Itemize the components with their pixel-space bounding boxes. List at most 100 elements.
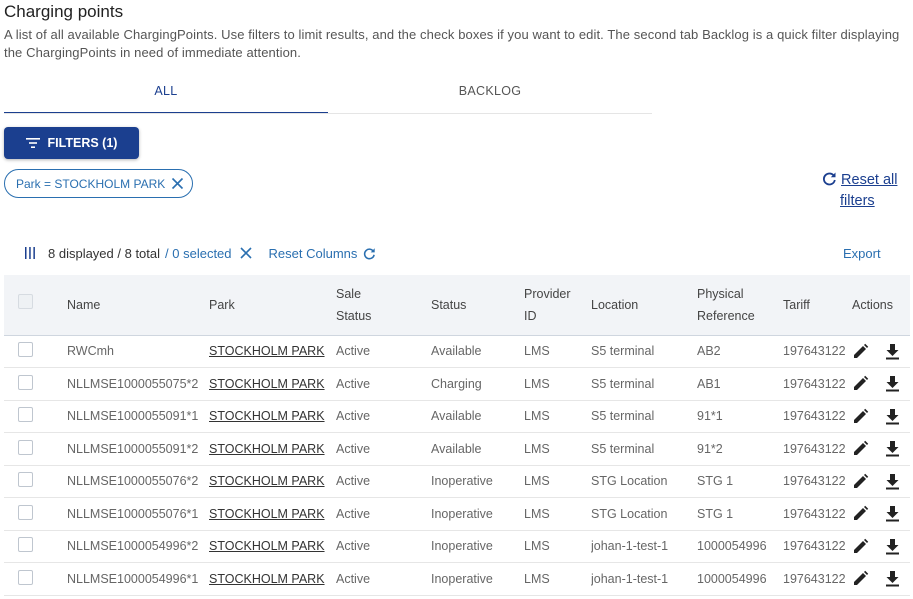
download-icon[interactable]	[885, 343, 900, 360]
cell-park[interactable]: STOCKHOLM PARK	[209, 400, 336, 433]
pencil-icon[interactable]	[852, 440, 869, 457]
col-header-sale-status[interactable]: Sale Status	[336, 275, 431, 336]
download-icon[interactable]	[885, 505, 900, 522]
park-link[interactable]: STOCKHOLM PARK	[209, 409, 325, 423]
park-link[interactable]: STOCKHOLM PARK	[209, 377, 325, 391]
park-link[interactable]: STOCKHOLM PARK	[209, 344, 325, 358]
cell-location: S5 terminal	[591, 376, 655, 391]
cell-actions	[852, 498, 910, 531]
col-header-provider-id[interactable]: Provider ID	[524, 275, 591, 336]
cell-park[interactable]: STOCKHOLM PARK	[209, 433, 336, 466]
park-link[interactable]: STOCKHOLM PARK	[209, 474, 325, 488]
filters-button[interactable]: FILTERS (1)	[4, 127, 139, 159]
pencil-icon[interactable]	[852, 570, 869, 587]
cell-location: STG Location	[591, 474, 668, 489]
cell-sale-status: Active	[336, 376, 371, 391]
download-icon[interactable]	[885, 408, 900, 425]
cell-tariff: 197643122	[783, 539, 846, 554]
tab-all[interactable]: ALL	[4, 84, 328, 114]
cell-provider-id: LMS	[524, 441, 550, 456]
filters-button-label: FILTERS (1)	[47, 136, 118, 150]
download-icon[interactable]	[885, 570, 900, 587]
pencil-icon[interactable]	[852, 473, 869, 490]
reset-all-filters-link[interactable]: Reset all filters	[822, 170, 902, 212]
cell-actions	[852, 335, 910, 368]
cell-provider-id: LMS	[524, 539, 550, 554]
table-row[interactable]: NLLMSE1000055091*1 STOCKHOLM PARK Active Av…	[4, 400, 910, 433]
col-header-location[interactable]: Location	[591, 275, 697, 336]
download-icon[interactable]	[885, 538, 900, 555]
col-header-status[interactable]: Status	[431, 275, 524, 336]
cell-name: NLLMSE1000054996*2	[67, 539, 199, 554]
table-row[interactable]: NLLMSE1000055076*1 STOCKHOLM PARK Active In…	[4, 498, 910, 531]
download-icon[interactable]	[885, 375, 900, 392]
table-row[interactable]: NLLMSE1000055076*2 STOCKHOLM PARK Active In…	[4, 465, 910, 498]
cell-status: Inoperative	[431, 539, 493, 554]
row-checkbox[interactable]	[18, 472, 33, 488]
park-link[interactable]: STOCKHOLM PARK	[209, 572, 325, 586]
page-title: Charging points	[4, 2, 124, 21]
row-checkbox[interactable]	[18, 537, 33, 553]
row-checkbox[interactable]	[18, 342, 33, 358]
close-icon[interactable]	[171, 177, 184, 190]
columns-icon[interactable]	[24, 246, 36, 260]
cell-park[interactable]: STOCKHOLM PARK	[209, 465, 336, 498]
tab-backlog[interactable]: BACKLOG	[328, 84, 652, 114]
col-header-park[interactable]: Park	[209, 275, 336, 336]
page-description: A list of all available ChargingPoints. …	[4, 27, 900, 60]
park-link[interactable]: STOCKHOLM PARK	[209, 507, 325, 521]
park-link[interactable]: STOCKHOLM PARK	[209, 539, 325, 553]
filter-chip-park: Park = STOCKHOLM PARK	[4, 169, 194, 198]
table-row[interactable]: NLLMSE1000055091*2 STOCKHOLM PARK Active Av…	[4, 433, 910, 466]
row-checkbox[interactable]	[18, 439, 33, 455]
cell-actions	[852, 433, 910, 466]
col-header-label: Sale	[336, 286, 362, 301]
filter-lines-icon	[25, 137, 40, 149]
col-header-label: ID	[524, 308, 537, 323]
row-checkbox[interactable]	[18, 504, 33, 520]
table-row[interactable]: RWCmh STOCKHOLM PARK Active Available LMS S5 …	[4, 335, 910, 368]
cell-actions	[852, 465, 910, 498]
cell-park[interactable]: STOCKHOLM PARK	[209, 498, 336, 531]
refresh-icon[interactable]	[363, 247, 376, 260]
table-row[interactable]: NLLMSE1000054996*1 STOCKHOLM PARK Active In…	[4, 563, 910, 596]
cell-tariff: 197643122	[783, 409, 846, 424]
cell-park[interactable]: STOCKHOLM PARK	[209, 368, 336, 401]
col-header-name[interactable]: Name	[67, 275, 209, 336]
row-checkbox[interactable]	[18, 374, 33, 390]
row-checkbox[interactable]	[18, 569, 33, 585]
col-header-physical-reference[interactable]: Physical Reference	[697, 275, 783, 336]
pencil-icon[interactable]	[852, 505, 869, 522]
cell-provider-id: LMS	[524, 506, 550, 521]
select-all-checkbox[interactable]	[18, 293, 33, 309]
cell-name: NLLMSE1000054996*1	[67, 571, 199, 586]
download-icon[interactable]	[885, 440, 900, 457]
col-header-tariff[interactable]: Tariff	[783, 275, 852, 336]
pencil-icon[interactable]	[852, 408, 869, 425]
cell-name: NLLMSE1000055076*1	[67, 506, 199, 521]
park-link[interactable]: STOCKHOLM PARK	[209, 442, 325, 456]
cell-physical-reference: 1000054996	[697, 571, 767, 586]
close-icon[interactable]	[239, 247, 252, 259]
pencil-icon[interactable]	[852, 343, 869, 360]
cell-location: S5 terminal	[591, 441, 655, 456]
cell-status: Inoperative	[431, 571, 493, 586]
table-row[interactable]: NLLMSE1000054996*2 STOCKHOLM PARK Active In…	[4, 530, 910, 563]
cell-tariff: 197643122	[783, 376, 846, 391]
row-checkbox[interactable]	[18, 407, 33, 423]
table-row[interactable]: NLLMSE1000055075*2 STOCKHOLM PARK Active Ch…	[4, 368, 910, 401]
cell-location: STG Location	[591, 506, 668, 521]
pencil-icon[interactable]	[852, 538, 869, 555]
pencil-icon[interactable]	[852, 375, 869, 392]
cell-park[interactable]: STOCKHOLM PARK	[209, 335, 336, 368]
download-icon[interactable]	[885, 473, 900, 490]
cell-physical-reference: STG 1	[697, 474, 734, 489]
cell-park[interactable]: STOCKHOLM PARK	[209, 563, 336, 596]
cell-name: NLLMSE1000055076*2	[67, 474, 199, 489]
reset-columns-button[interactable]: Reset Columns	[269, 246, 358, 261]
cell-tariff: 197643122	[783, 571, 846, 586]
col-header-label: Physical	[697, 286, 744, 301]
cell-physical-reference: AB1	[697, 376, 721, 391]
export-button[interactable]: Export	[843, 246, 881, 261]
cell-park[interactable]: STOCKHOLM PARK	[209, 530, 336, 563]
